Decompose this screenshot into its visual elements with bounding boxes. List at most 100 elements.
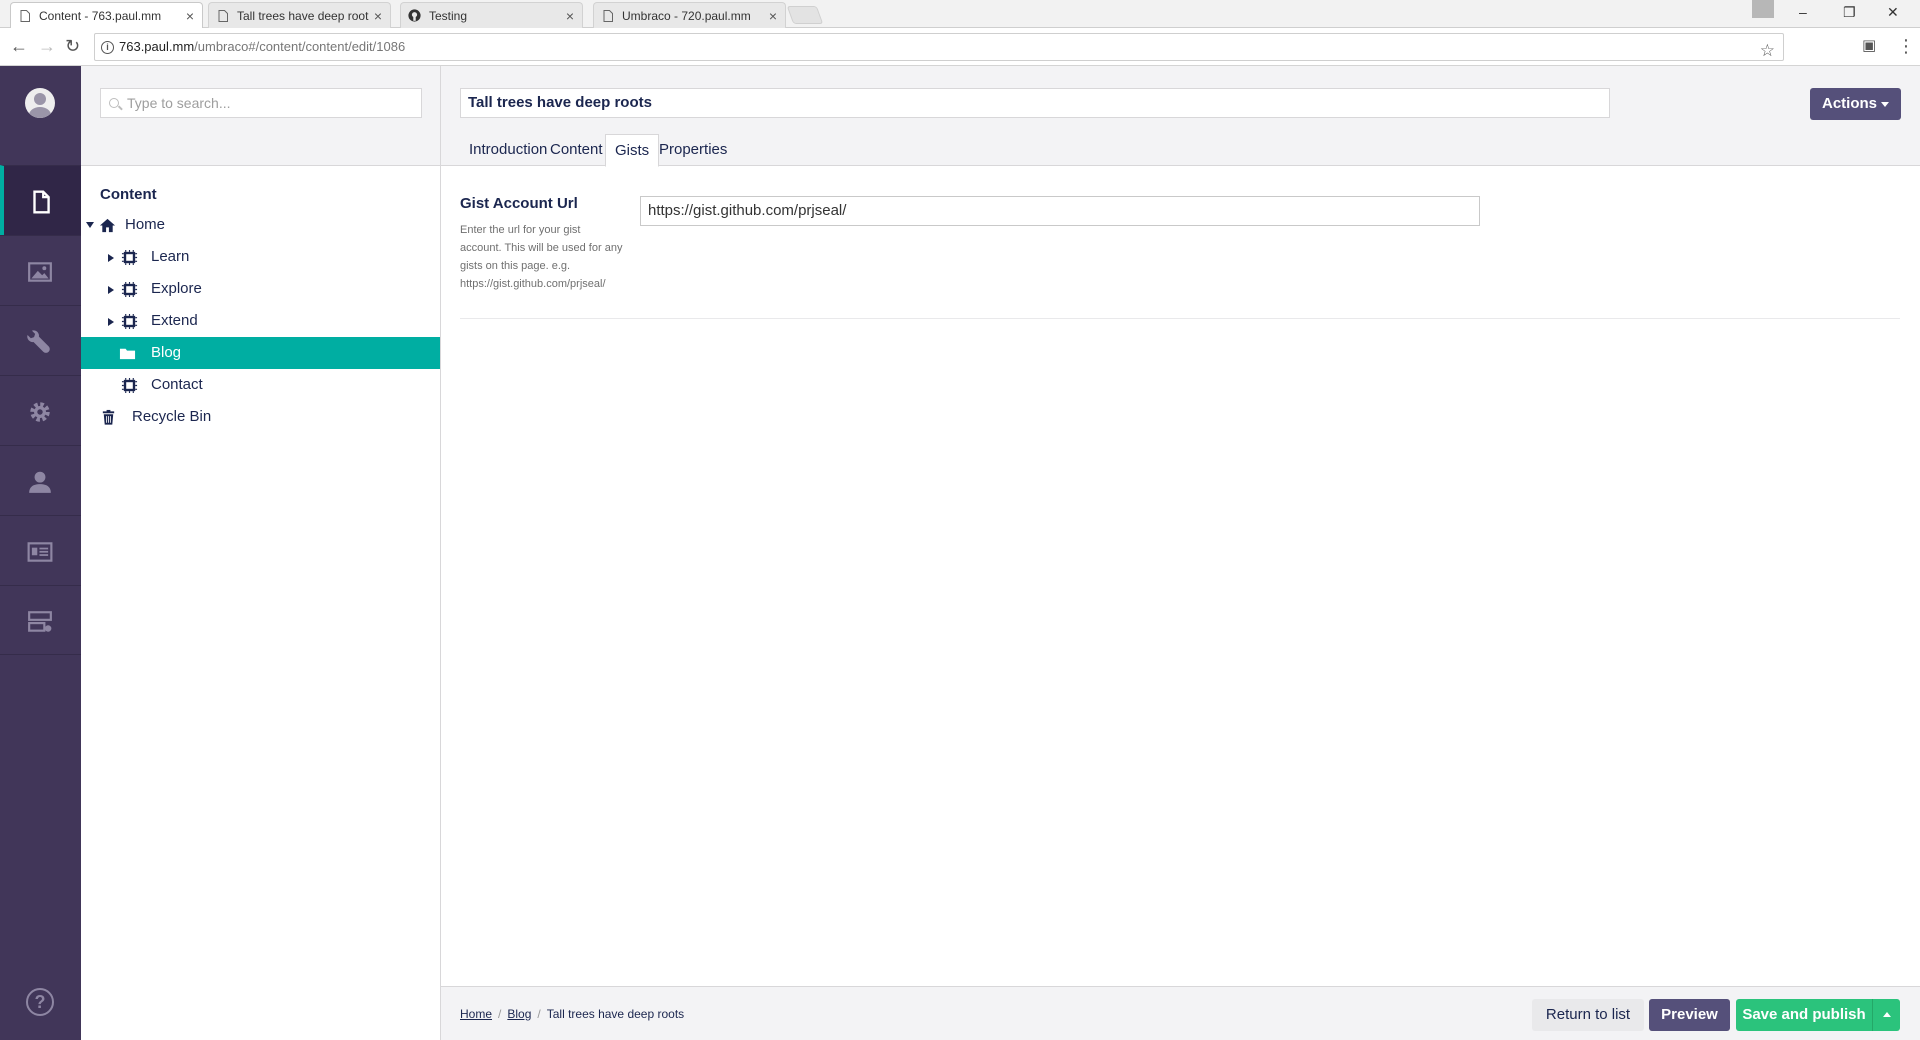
gist-url-input[interactable]: https://gist.github.com/prjseal/ <box>640 196 1480 226</box>
home-icon <box>99 218 116 233</box>
section-media[interactable] <box>0 235 81 305</box>
breadcrumb-separator: / <box>537 1007 541 1021</box>
close-icon[interactable]: × <box>374 3 382 28</box>
reload-icon[interactable]: ↻ <box>65 36 80 56</box>
section-settings[interactable] <box>0 305 81 375</box>
editor-header: Tall trees have deep roots Actions Intro… <box>441 66 1920 167</box>
url-path: /umbraco#/content/content/edit/1086 <box>194 39 406 54</box>
section-members[interactable] <box>0 515 81 585</box>
tree-node-contact[interactable]: Contact <box>81 369 440 401</box>
search-icon <box>109 98 119 108</box>
actions-label: Actions <box>1821 95 1877 112</box>
browser-tab-title: Tall trees have deep root <box>237 9 369 23</box>
new-tab-button[interactable] <box>786 6 824 24</box>
id-card-icon <box>27 542 53 562</box>
umbraco-app: ? Type to search... Content Home Learn E… <box>0 66 1920 1040</box>
section-forms[interactable] <box>0 585 81 655</box>
restore-icon[interactable]: ❐ <box>1843 4 1856 21</box>
tab-properties[interactable]: Properties <box>650 134 736 166</box>
tree-node-explore[interactable]: Explore <box>81 273 440 305</box>
gear-icon <box>30 402 50 422</box>
browser-tab-title: Content - 763.paul.mm <box>39 9 162 23</box>
minimize-icon[interactable]: – <box>1799 4 1807 20</box>
tree-node-learn[interactable]: Learn <box>81 241 440 273</box>
browser-tab-strip: Content - 763.paul.mm × Tall trees have … <box>0 0 1920 28</box>
property-divider <box>460 318 1900 319</box>
content-editor: Tall trees have deep roots Actions Intro… <box>441 66 1920 1040</box>
trash-icon <box>102 409 115 425</box>
profile-icon[interactable] <box>1752 0 1774 18</box>
user-icon <box>29 471 51 493</box>
github-icon <box>408 9 421 22</box>
expand-caret-icon[interactable] <box>86 222 94 228</box>
tree-node-recycle-bin[interactable]: Recycle Bin <box>81 401 440 433</box>
back-icon[interactable]: ← <box>10 36 28 56</box>
help-icon[interactable]: ? <box>26 988 54 1016</box>
search-placeholder: Type to search... <box>127 95 231 111</box>
wrench-icon <box>27 330 50 353</box>
breadcrumb-blog[interactable]: Blog <box>507 1007 531 1021</box>
window-close-icon[interactable]: ✕ <box>1887 4 1899 21</box>
expand-caret-icon[interactable] <box>108 286 114 294</box>
section-users[interactable] <box>0 445 81 515</box>
url-host: 763.paul.mm <box>119 39 195 54</box>
close-icon[interactable]: × <box>186 3 194 28</box>
tree-node-blog[interactable]: Blog <box>81 337 440 369</box>
node-name-input[interactable]: Tall trees have deep roots <box>460 88 1610 118</box>
document-icon <box>33 190 50 214</box>
close-icon[interactable]: × <box>566 3 574 28</box>
search-input[interactable]: Type to search... <box>100 88 422 118</box>
page-icon <box>218 10 228 22</box>
tree-node-label: Recycle Bin <box>132 408 212 425</box>
preview-button[interactable]: Preview <box>1649 999 1730 1031</box>
chip-icon <box>121 249 138 266</box>
return-to-list-button[interactable]: Return to list <box>1532 999 1644 1031</box>
breadcrumb-current: Tall trees have deep roots <box>546 1007 685 1021</box>
breadcrumb: Home / Blog / Tall trees have deep roots <box>460 1007 684 1021</box>
expand-caret-icon[interactable] <box>108 318 114 326</box>
breadcrumb-home[interactable]: Home <box>460 1007 492 1021</box>
actions-button[interactable]: Actions <box>1810 88 1901 120</box>
chip-icon <box>121 377 138 394</box>
chevron-down-icon <box>1881 101 1889 107</box>
tab-content[interactable]: Content <box>541 134 612 166</box>
browser-tab-article[interactable]: Tall trees have deep root × <box>208 2 391 28</box>
browser-tab-github[interactable]: Testing × <box>400 2 583 28</box>
page-icon <box>603 10 613 22</box>
tree-node-home[interactable]: Home <box>81 209 440 241</box>
tree-node-label: Contact <box>151 376 203 393</box>
tree-heading: Content <box>100 186 157 203</box>
save-options-button[interactable] <box>1872 999 1900 1031</box>
user-avatar[interactable] <box>25 88 55 118</box>
chip-icon <box>121 281 138 298</box>
address-bar[interactable]: i 763.paul.mm/umbraco#/content/content/e… <box>94 33 1784 61</box>
section-developer[interactable] <box>0 375 81 445</box>
save-and-publish-button[interactable]: Save and publish <box>1736 999 1872 1031</box>
tree-node-label: Learn <box>151 248 190 265</box>
close-icon[interactable]: × <box>769 3 777 28</box>
server-icon <box>28 611 52 632</box>
browser-tab-content[interactable]: Content - 763.paul.mm × <box>10 2 203 28</box>
property-label: Gist Account Url <box>460 195 578 212</box>
image-icon <box>28 262 52 282</box>
section-content[interactable] <box>0 165 81 235</box>
tree-node-label: Home <box>125 216 166 233</box>
expand-caret-icon[interactable] <box>108 254 114 262</box>
browser-tab-umbraco720[interactable]: Umbraco - 720.paul.mm × <box>593 2 786 28</box>
section-sidebar: ? <box>0 66 81 1040</box>
chip-icon <box>121 313 138 330</box>
breadcrumb-separator: / <box>498 1007 502 1021</box>
forward-icon[interactable]: → <box>38 36 56 56</box>
editor-footer: Home / Blog / Tall trees have deep roots Ret… <box>441 986 1920 1040</box>
info-icon[interactable]: i <box>101 41 114 54</box>
browser-tab-title: Testing <box>429 9 468 23</box>
property-description: Enter the url for your gist account. Thi… <box>460 224 623 290</box>
browser-menu-icon[interactable]: ⋮ <box>1897 36 1915 56</box>
page-icon <box>20 10 30 22</box>
browser-toolbar: ← → ↻ i 763.paul.mm/umbraco#/content/con… <box>0 28 1920 66</box>
tree-node-extend[interactable]: Extend <box>81 305 440 337</box>
bookmark-star-icon[interactable]: ☆ <box>1760 38 1775 64</box>
content-tree-panel: Type to search... Content Home Learn Exp… <box>81 66 441 1040</box>
camera-icon[interactable]: ▣ <box>1862 36 1876 56</box>
chevron-up-icon <box>1883 1012 1891 1017</box>
